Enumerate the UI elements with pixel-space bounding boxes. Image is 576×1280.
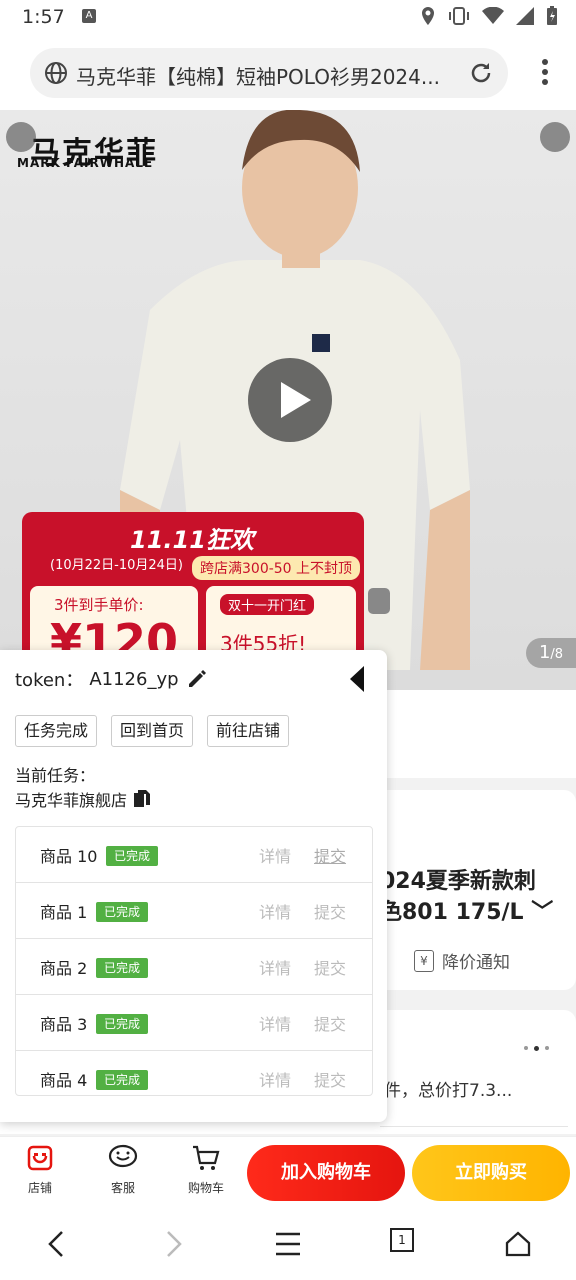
status-bar: 1:57 A bbox=[0, 0, 576, 36]
home-icon[interactable] bbox=[504, 1230, 532, 1258]
panel-actions: 任务完成 回到首页 前往店铺 bbox=[15, 715, 290, 747]
add-to-cart-button[interactable]: 加入购物车 bbox=[247, 1145, 405, 1201]
product-hero[interactable]: 马克华菲 MARK FAIRWHALE 11.11狂欢 (10月22日-10月2… bbox=[0, 110, 576, 690]
list-item: 商品 10 已完成 详情 提交 bbox=[16, 827, 372, 883]
kebab-menu-icon[interactable] bbox=[542, 59, 548, 85]
product-name: 商品 10 bbox=[40, 847, 98, 866]
divider bbox=[380, 1126, 568, 1127]
list-item: 商品 2 已完成 详情 提交 bbox=[16, 939, 372, 995]
token-value: A1126_yp bbox=[89, 668, 179, 690]
submit-link[interactable]: 提交 bbox=[314, 1011, 346, 1035]
submit-link[interactable]: 提交 bbox=[314, 955, 346, 979]
product-name: 商品 4 bbox=[40, 1071, 88, 1090]
browser-toolbar: 马克华菲【纯棉】短袖POLO衫男2024... bbox=[0, 36, 576, 110]
menu-icon[interactable] bbox=[275, 1230, 301, 1258]
task-panel: token： A1126_yp 任务完成 回到首页 前往店铺 当前任务： 马克华… bbox=[0, 650, 387, 1122]
shop-button[interactable]: 店铺 bbox=[10, 1143, 70, 1196]
promo-price-label: 3件到手单价: bbox=[54, 596, 144, 614]
chat-icon bbox=[108, 1144, 138, 1168]
promo-dates: (10月22日-10月24日) bbox=[50, 558, 184, 573]
tab-switcher[interactable]: 1 bbox=[390, 1228, 414, 1252]
price-tag-icon: ¥ bbox=[414, 949, 434, 972]
location-icon bbox=[422, 7, 434, 25]
product-title-line1: 024夏季新款刺 bbox=[380, 869, 536, 894]
play-video-icon[interactable] bbox=[248, 358, 332, 442]
edit-icon[interactable] bbox=[186, 668, 208, 690]
cart-button[interactable]: 购物车 bbox=[176, 1143, 236, 1196]
detail-link[interactable]: 详情 bbox=[259, 899, 291, 923]
price-notice-button[interactable]: ¥ 降价通知 bbox=[414, 948, 510, 973]
current-task-value: 马克华菲旗舰店 bbox=[15, 791, 128, 810]
current-task-label: 当前任务： bbox=[15, 766, 96, 785]
detail-link[interactable]: 详情 bbox=[259, 955, 291, 979]
image-counter: 1/8 bbox=[526, 638, 576, 668]
customer-service-button[interactable]: 客服 bbox=[93, 1143, 153, 1196]
submit-link[interactable]: 提交 bbox=[314, 899, 346, 923]
token-label: token： bbox=[15, 670, 84, 691]
copy-icon[interactable] bbox=[133, 789, 151, 809]
back-home-button[interactable]: 回到首页 bbox=[111, 715, 194, 747]
submit-link[interactable]: 提交 bbox=[314, 1067, 346, 1091]
image-total: /8 bbox=[550, 647, 564, 662]
product-name: 商品 2 bbox=[40, 959, 88, 978]
reload-icon[interactable] bbox=[468, 60, 494, 86]
current-task: 马克华菲旗舰店 bbox=[15, 787, 151, 811]
battery-icon bbox=[547, 6, 557, 25]
status-badge: 已完成 bbox=[96, 902, 149, 922]
promo-tag: 跨店满300-50 上不封顶 bbox=[192, 556, 361, 580]
globe-icon bbox=[45, 62, 67, 84]
a-notification-icon: A bbox=[82, 9, 96, 23]
back-icon[interactable] bbox=[46, 1230, 66, 1258]
detail-link[interactable]: 详情 bbox=[259, 843, 291, 867]
promo-discount-label: 双十一开门红 bbox=[220, 594, 315, 615]
browser-nav-bar: 1 bbox=[0, 1208, 576, 1280]
product-action-bar: 店铺 客服 购物车 加入购物车 立即购买 bbox=[0, 1136, 576, 1208]
shop-icon bbox=[27, 1145, 53, 1171]
token-display: token： A1126_yp bbox=[15, 666, 179, 692]
submit-link[interactable]: 提交 bbox=[314, 843, 346, 867]
signal-icon bbox=[516, 7, 534, 25]
back-icon[interactable] bbox=[6, 122, 36, 152]
forward-icon[interactable] bbox=[164, 1230, 184, 1258]
vibrate-icon bbox=[449, 7, 469, 25]
collapse-panel-icon[interactable] bbox=[350, 666, 364, 692]
image-index: 1 bbox=[538, 642, 551, 663]
status-badge: 已完成 bbox=[96, 958, 149, 978]
product-name: 商品 3 bbox=[40, 1015, 88, 1034]
task-complete-button[interactable]: 任务完成 bbox=[15, 715, 98, 747]
detail-link[interactable]: 详情 bbox=[259, 1067, 291, 1091]
carousel-dots bbox=[524, 1046, 549, 1051]
list-item: 商品 1 已完成 详情 提交 bbox=[16, 883, 372, 939]
shop-label: 店铺 bbox=[27, 1181, 52, 1195]
product-task-list: 商品 10 已完成 详情 提交 商品 1 已完成 详情 提交 商品 2 已完成 … bbox=[15, 826, 373, 1096]
status-time: 1:57 bbox=[22, 6, 65, 28]
brand-logo-en: MARK FAIRWHALE bbox=[17, 156, 154, 170]
price-notice-label: 降价通知 bbox=[442, 953, 510, 973]
cart-icon bbox=[193, 1145, 220, 1170]
list-item: 商品 4 已完成 详情 提交 bbox=[16, 1051, 372, 1095]
status-badge: 已完成 bbox=[106, 846, 159, 866]
status-badge: 已完成 bbox=[96, 1070, 149, 1090]
more-icon[interactable] bbox=[540, 122, 570, 152]
product-title-line2: 色801 175/L ﹀ bbox=[380, 900, 554, 925]
page-title: 马克华菲【纯棉】短袖POLO衫男2024... bbox=[76, 65, 440, 89]
list-item: 商品 3 已完成 详情 提交 bbox=[16, 995, 372, 1051]
go-store-button[interactable]: 前往店铺 bbox=[207, 715, 290, 747]
cart-label: 购物车 bbox=[187, 1181, 224, 1195]
product-title[interactable]: 024夏季新款刺 色801 175/L ﹀ bbox=[380, 866, 553, 928]
detail-link[interactable]: 详情 bbox=[259, 1011, 291, 1035]
service-label: 客服 bbox=[110, 1181, 135, 1195]
status-badge: 已完成 bbox=[96, 1014, 149, 1034]
product-name: 商品 1 bbox=[40, 903, 88, 922]
status-icons bbox=[420, 6, 558, 26]
address-bar[interactable]: 马克华菲【纯棉】短袖POLO衫男2024... bbox=[30, 48, 508, 98]
buy-now-button[interactable]: 立即购买 bbox=[412, 1145, 570, 1201]
promo-title: 11.11狂欢 bbox=[130, 526, 254, 554]
wifi-icon bbox=[482, 7, 504, 24]
promo-line[interactable]: 件，总价打7.3... bbox=[384, 1076, 512, 1101]
